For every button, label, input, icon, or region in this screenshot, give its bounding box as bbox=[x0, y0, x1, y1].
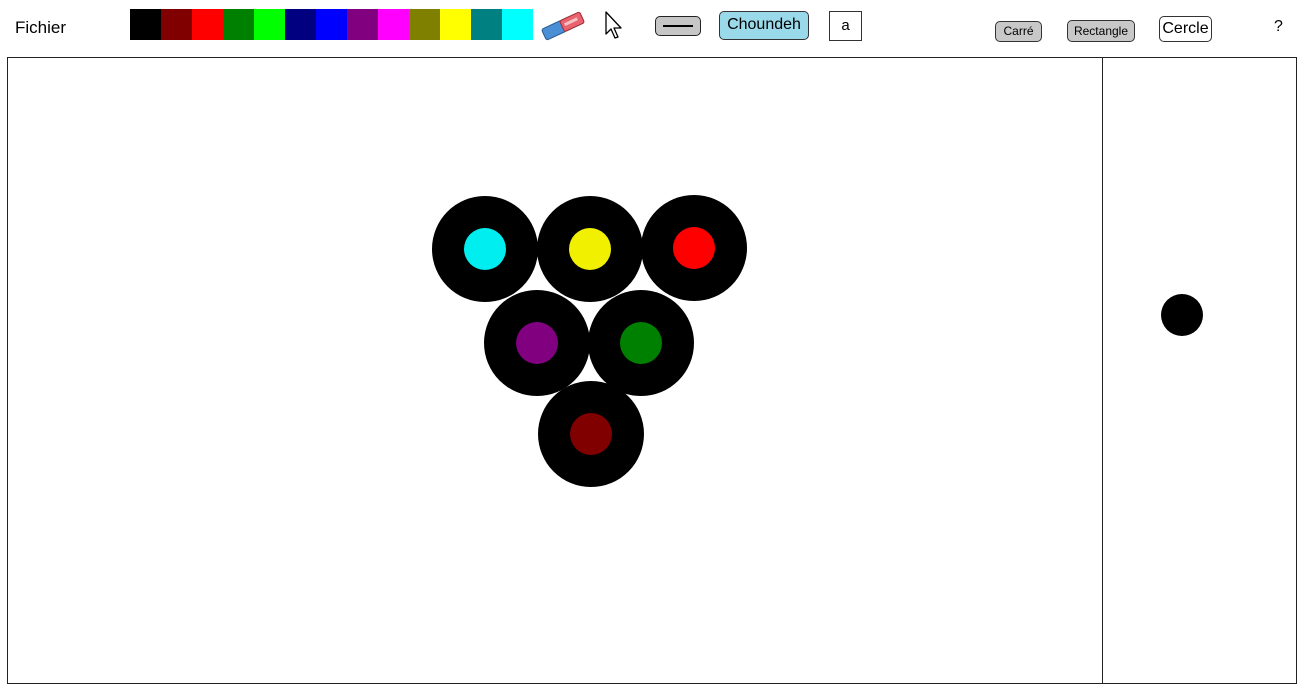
ring-purple-center bbox=[516, 322, 558, 364]
circle-button[interactable]: Cercle bbox=[1159, 16, 1212, 42]
ring-green-center bbox=[620, 322, 662, 364]
ring-purple bbox=[484, 290, 590, 396]
ring-maroon bbox=[538, 381, 644, 487]
color-swatch-magenta[interactable] bbox=[378, 9, 409, 40]
color-palette bbox=[130, 9, 533, 40]
color-swatch-blue[interactable] bbox=[316, 9, 347, 40]
color-swatch-yellow[interactable] bbox=[440, 9, 471, 40]
text-tool-button[interactable]: a bbox=[829, 11, 862, 41]
square-button[interactable]: Carré bbox=[995, 21, 1042, 42]
ring-maroon-center bbox=[570, 413, 612, 455]
choundeh-button[interactable]: Choundeh bbox=[719, 11, 809, 40]
ring-cyan bbox=[432, 196, 538, 302]
color-swatch-navy[interactable] bbox=[285, 9, 316, 40]
color-swatch-olive[interactable] bbox=[409, 9, 440, 40]
brush-preview-panel bbox=[1102, 57, 1297, 684]
color-swatch-green[interactable] bbox=[223, 9, 254, 40]
ring-cyan-center bbox=[464, 228, 506, 270]
color-swatch-cyan[interactable] bbox=[502, 9, 533, 40]
ring-yellow-center bbox=[569, 228, 611, 270]
ring-yellow bbox=[537, 196, 643, 302]
rectangle-button[interactable]: Rectangle bbox=[1067, 20, 1135, 42]
ring-red bbox=[641, 195, 747, 301]
color-swatch-purple[interactable] bbox=[347, 9, 378, 40]
help-button[interactable]: ? bbox=[1274, 18, 1283, 36]
brush-preview-dot bbox=[1161, 294, 1203, 336]
color-swatch-teal[interactable] bbox=[471, 9, 502, 40]
line-thickness-button[interactable] bbox=[655, 16, 701, 36]
menu-fichier[interactable]: Fichier bbox=[15, 18, 66, 38]
color-swatch-black[interactable] bbox=[130, 9, 161, 40]
color-swatch-maroon[interactable] bbox=[161, 9, 192, 40]
ring-red-center bbox=[673, 227, 715, 269]
eraser-icon bbox=[541, 11, 585, 41]
color-swatch-red[interactable] bbox=[192, 9, 223, 40]
canvas-surface bbox=[432, 195, 747, 487]
ring-green bbox=[588, 290, 694, 396]
pointer-tool[interactable] bbox=[603, 10, 627, 42]
drawing-canvas[interactable] bbox=[7, 57, 1103, 684]
cursor-arrow-icon bbox=[605, 11, 622, 39]
color-swatch-lime[interactable] bbox=[254, 9, 285, 40]
eraser-tool[interactable] bbox=[538, 10, 588, 42]
